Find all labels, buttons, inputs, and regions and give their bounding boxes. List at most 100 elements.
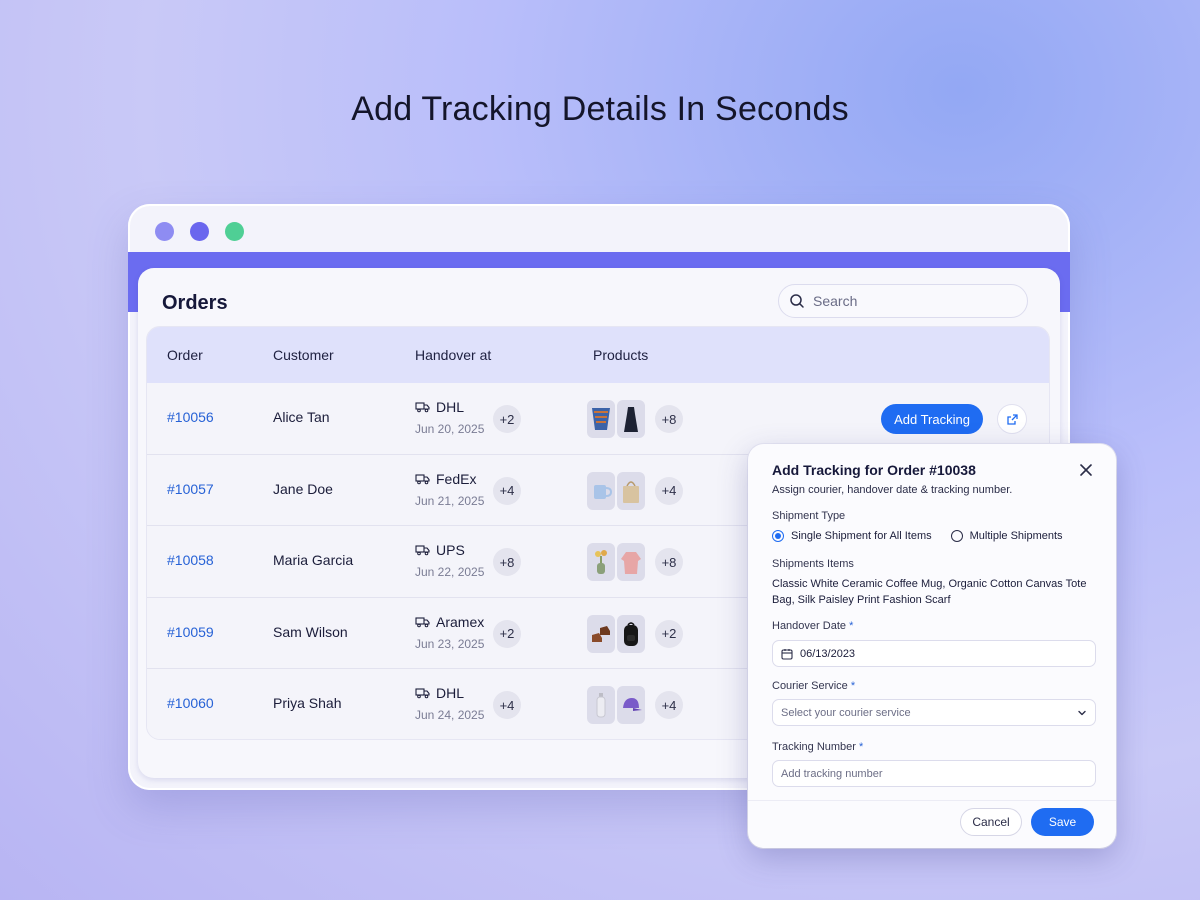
courier: FedEx [415, 471, 476, 487]
required-mark: * [850, 680, 856, 692]
shipment-type-label: Shipment Type [772, 510, 846, 522]
order-id-link[interactable]: #10056 [167, 409, 214, 425]
product-thumbnails [587, 614, 645, 653]
column-header-customer[interactable]: Customer [273, 347, 334, 363]
courier: DHL [415, 685, 464, 701]
shipment-type-options: Single Shipment for All Items Multiple S… [772, 530, 1063, 542]
search-placeholder: Search [813, 293, 858, 309]
modal-footer-divider [748, 800, 1116, 801]
handover-extra-count[interactable]: +2 [493, 405, 521, 433]
handover-date-field[interactable]: 06/13/2023 [772, 640, 1096, 667]
add-tracking-modal: Add Tracking for Order #10038 Assign cou… [748, 444, 1116, 848]
product-thumbnails [587, 686, 645, 724]
courier: DHL [415, 399, 464, 415]
chevron-down-icon [1078, 710, 1086, 716]
product-thumbnail-shoes[interactable] [587, 614, 615, 653]
window-controls [155, 222, 244, 241]
shipment-items-label: Shipments Items [772, 558, 854, 570]
handover-extra-count[interactable]: +2 [493, 619, 521, 648]
courier-name: FedEx [436, 470, 477, 487]
product-thumbnail-mug[interactable] [587, 471, 615, 510]
customer-name: Maria Garcia [273, 552, 354, 568]
courier-name: DHL [436, 685, 465, 701]
product-thumbnail-scarf[interactable] [587, 400, 615, 438]
truck-icon [415, 545, 430, 556]
search-input[interactable]: Search [778, 284, 1028, 318]
page-title: Orders [162, 292, 228, 314]
truck-icon [415, 473, 430, 484]
customer-name: Jane Doe [273, 480, 333, 497]
radio-single-shipment[interactable] [772, 530, 784, 542]
window-dot-1[interactable] [155, 222, 174, 241]
customer-name: Priya Shah [273, 695, 342, 711]
column-header-order[interactable]: Order [167, 347, 203, 363]
truck-icon [415, 688, 430, 699]
product-thumbnail-vase[interactable] [587, 543, 615, 581]
product-thumbnail-backpack[interactable] [617, 614, 645, 653]
handover-extra-count[interactable]: +8 [493, 548, 521, 576]
save-button[interactable]: Save [1031, 808, 1094, 836]
handover-extra-count[interactable]: +4 [493, 691, 521, 719]
order-id-link[interactable]: #10060 [167, 695, 214, 711]
product-thumbnail-tote-bag[interactable] [617, 471, 645, 510]
courier-service-label: Courier Service * [772, 680, 855, 692]
product-thumbnail-dress[interactable] [617, 400, 645, 438]
tracking-number-label-text: Tracking Number [772, 741, 856, 753]
customer-name: Alice Tan [273, 409, 330, 425]
open-external-button[interactable] [997, 404, 1027, 434]
radio-selected-dot [775, 533, 781, 539]
courier: UPS [415, 542, 465, 558]
external-link-icon [1006, 413, 1018, 425]
courier: Aramex [415, 614, 484, 630]
product-thumbnail-cap[interactable] [617, 686, 645, 724]
products-extra-count[interactable]: +2 [655, 619, 683, 648]
handover-date-value: 06/13/2023 [800, 647, 856, 660]
truck-icon [415, 616, 430, 627]
modal-title: Add Tracking for Order #10038 [772, 462, 976, 478]
product-thumbnails [587, 400, 645, 438]
product-thumbnails [587, 471, 645, 510]
courier-service-select[interactable]: Select your courier service [772, 699, 1096, 726]
courier-name: Aramex [436, 613, 485, 630]
close-icon[interactable] [1078, 462, 1094, 478]
order-id-link[interactable]: #10058 [167, 552, 214, 568]
courier-service-placeholder: Select your courier service [781, 706, 911, 719]
tracking-number-label: Tracking Number * [772, 741, 863, 753]
order-id-link[interactable]: #10059 [167, 624, 214, 640]
option-multiple-label[interactable]: Multiple Shipments [970, 530, 1063, 542]
products-extra-count[interactable]: +8 [655, 548, 683, 576]
window-dot-3[interactable] [225, 222, 244, 241]
shipment-items-text: Classic White Ceramic Coffee Mug, Organi… [772, 578, 1087, 606]
product-thumbnail-bottle[interactable] [587, 686, 615, 724]
handover-extra-count[interactable]: +4 [493, 476, 521, 505]
order-id-link[interactable]: #10057 [167, 481, 214, 497]
radio-multiple-shipments[interactable] [950, 530, 963, 542]
cancel-button[interactable]: Cancel [960, 808, 1022, 836]
courier-name: DHL [436, 399, 465, 415]
window-dot-2[interactable] [190, 222, 209, 241]
handover-date: Jun 23, 2025 [415, 636, 485, 651]
handover-date-label: Handover Date * [772, 620, 853, 632]
customer-name: Sam Wilson [273, 623, 348, 640]
search-icon [790, 294, 804, 308]
page-headline: Add Tracking Details In Seconds [351, 90, 849, 128]
handover-date-label-text: Handover Date [772, 620, 846, 632]
products-extra-count[interactable]: +8 [655, 405, 683, 433]
table-header: Order Customer Handover at Products [147, 327, 1049, 383]
required-mark: * [859, 741, 864, 753]
column-header-handover[interactable]: Handover at [415, 347, 491, 363]
courier-name: UPS [436, 542, 465, 558]
add-tracking-button[interactable]: Add Tracking [881, 404, 983, 434]
product-thumbnails [587, 543, 645, 581]
tracking-number-input[interactable]: Add tracking number [772, 760, 1096, 787]
column-header-products[interactable]: Products [593, 347, 648, 363]
truck-icon [415, 402, 430, 413]
handover-date: Jun 22, 2025 [415, 565, 485, 579]
option-single-label[interactable]: Single Shipment for All Items [791, 530, 932, 542]
products-extra-count[interactable]: +4 [655, 476, 683, 505]
handover-date: Jun 21, 2025 [415, 493, 485, 508]
product-thumbnail-sweater[interactable] [617, 543, 645, 581]
modal-subtitle: Assign courier, handover date & tracking… [772, 484, 1013, 496]
products-extra-count[interactable]: +4 [655, 691, 683, 719]
tracking-number-placeholder: Add tracking number [781, 767, 883, 780]
